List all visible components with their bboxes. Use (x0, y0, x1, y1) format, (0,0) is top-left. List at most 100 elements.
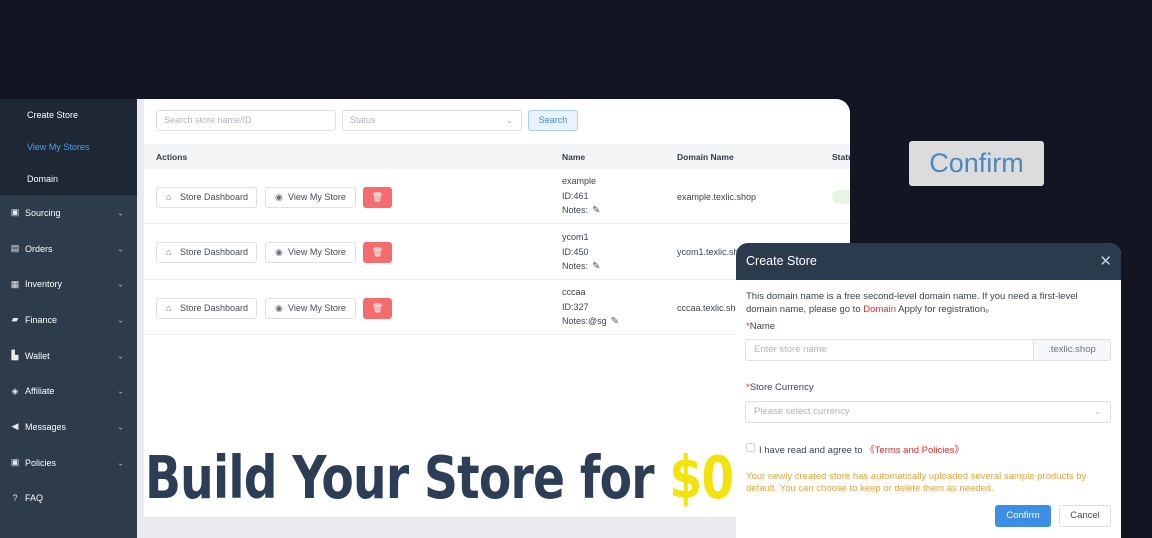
question-icon: ? (12, 493, 18, 504)
store-notes: Notes:@sg ✎ (562, 314, 619, 330)
eye-icon: ◉ (275, 247, 283, 257)
delete-button[interactable]: 🗑 (363, 242, 392, 263)
name-label: *Name (746, 321, 775, 332)
store-notes: Notes: ✎ (562, 259, 600, 275)
store-icon: ⌂ (166, 247, 172, 257)
store-name-cell: ycom1 ID:450 Notes: ✎ (562, 230, 600, 275)
search-input[interactable]: Search store name/ID (156, 110, 336, 131)
store-name: example (562, 176, 597, 186)
currency-select[interactable]: Please select currency ⌄ (745, 401, 1111, 423)
sidebar-item-finance[interactable]: ▰ Finance ⌄ (0, 302, 137, 338)
search-button[interactable]: Search (528, 110, 578, 131)
wallet-icon: ▙ (11, 350, 19, 361)
sidebar-item-policies[interactable]: ▣ Policies ⌄ (0, 445, 137, 481)
sidebar-item-faq[interactable]: ? FAQ (0, 481, 137, 517)
delete-button[interactable]: 🗑 (363, 187, 392, 208)
submenu-create-store[interactable]: Create Store (0, 99, 137, 131)
chevron-down-icon: ⌄ (117, 386, 124, 396)
confirm-button[interactable]: Confirm (995, 505, 1051, 527)
view-my-store-button[interactable]: ◉ View My Store (265, 187, 356, 208)
domain-info: This domain name is a free second-level … (746, 291, 1106, 316)
store-dashboard-button[interactable]: ⌂ Store Dashboard (156, 187, 257, 208)
pencil-icon[interactable]: ✎ (611, 315, 619, 330)
sidebar-item-label: Messages (25, 421, 67, 432)
chevron-down-icon: ⌄ (117, 422, 124, 432)
sidebar-item-messages[interactable]: ◀ Messages ⌄ (0, 409, 137, 445)
store-notes-text: Notes: (562, 261, 589, 271)
sidebar-item-label: Finance (25, 314, 58, 325)
store-notes-text: Notes:@sg (562, 316, 607, 326)
orders-icon: ▤ (10, 243, 20, 254)
sidebar-item-label: Policies (25, 457, 57, 468)
floating-confirm-button[interactable]: Confirm (909, 141, 1044, 186)
store-id: ID:450 (562, 246, 589, 257)
currency-select-value: Please select currency (754, 406, 850, 417)
agree-checkbox[interactable] (746, 443, 755, 452)
sidebar-item-label: Wallet (25, 350, 50, 361)
pencil-icon[interactable]: ✎ (592, 204, 600, 219)
pencil-icon[interactable]: ✎ (592, 260, 600, 275)
sidebar-item-orders[interactable]: ▤ Orders ⌄ (0, 231, 137, 267)
store-domain: cccaa.texlic.sh (677, 303, 736, 313)
currency-label-text: Store Currency (749, 382, 814, 393)
domain-suffix: .texlic.shop (1033, 339, 1111, 361)
sidebar-item-inventory[interactable]: ▦ Inventory ⌄ (0, 266, 137, 302)
headline-highlight: $0 (669, 443, 734, 512)
affiliate-icon: ◈ (11, 385, 19, 396)
agree-text: I have read and agree to 《Terms and Poli… (759, 442, 964, 456)
name-label-text: Name (749, 321, 776, 332)
delete-button[interactable]: 🗑 (363, 298, 392, 319)
terms-link[interactable]: 《Terms and Policies》 (865, 445, 964, 456)
col-header-name: Name (562, 152, 586, 162)
chevron-down-icon: ⌄ (117, 244, 124, 254)
sample-products-notice: Your newly created store has automatical… (746, 471, 1087, 494)
sidebar-item-label: Orders (25, 243, 53, 254)
store-notes: Notes: ✎ (562, 203, 600, 219)
dialog-header: Create Store ✕ (736, 243, 1121, 280)
submenu-view-my-stores[interactable]: View My Stores (0, 131, 137, 163)
sidebar-item-wallet[interactable]: ▙ Wallet ⌄ (0, 338, 137, 374)
store-id: ID:461 (562, 190, 589, 201)
view-my-store-button[interactable]: ◉ View My Store (265, 242, 356, 263)
store-name-input[interactable]: Enter store name (745, 339, 1033, 361)
status-badge (832, 190, 850, 204)
chevron-down-icon: ⌄ (117, 279, 124, 289)
close-icon[interactable]: ✕ (1099, 243, 1112, 280)
create-store-dialog: Create Store ✕ This domain name is a fre… (736, 243, 1121, 538)
store-name-cell: cccaa ID:327 Notes:@sg ✎ (562, 285, 619, 330)
cancel-button[interactable]: Cancel (1059, 505, 1111, 527)
currency-label: *Store Currency (746, 382, 814, 393)
store-name-cell: example ID:461 Notes: ✎ (562, 174, 600, 219)
sidebar-item-affiliate[interactable]: ◈ Affiliate ⌄ (0, 373, 137, 409)
domain-link[interactable]: Domain (863, 304, 896, 315)
status-select[interactable]: Status ⌄ (342, 110, 522, 131)
headline-text: Build Your Store for (145, 443, 670, 512)
col-header-domain: Domain Name (677, 152, 734, 162)
trash-icon: 🗑 (371, 192, 384, 202)
trash-icon: 🗑 (371, 303, 384, 313)
sidebar-item-sourcing[interactable]: ▣ Sourcing ⌄ (0, 195, 137, 231)
sidebar-item-label: Affiliate (25, 386, 55, 397)
stores-submenu: Create Store View My Stores Domain (0, 99, 137, 195)
chevron-down-icon: ⌄ (117, 351, 124, 361)
view-my-store-button[interactable]: ◉ View My Store (265, 298, 356, 319)
store-dashboard-button[interactable]: ⌂ Store Dashboard (156, 242, 257, 263)
store-dashboard-button[interactable]: ⌂ Store Dashboard (156, 298, 257, 319)
store-notes-text: Notes: (562, 205, 589, 215)
sidebar-item-label: Inventory (25, 279, 63, 290)
store-name: ycom1 (562, 232, 589, 242)
domain-info-suffix: Apply for registration。 (896, 303, 995, 315)
dialog-title: Create Store (746, 254, 817, 268)
col-header-status: Statu (832, 152, 850, 162)
view-my-store-label: View My Store (288, 303, 346, 313)
store-domain: example.texlic.shop (677, 192, 757, 202)
col-header-actions: Actions (156, 152, 188, 162)
table-header: Actions Name Domain Name Statu (144, 144, 850, 169)
submenu-domain[interactable]: Domain (0, 163, 137, 195)
store-id: ID:327 (562, 301, 589, 312)
store-icon: ⌂ (166, 192, 172, 202)
megaphone-icon: ◀ (11, 421, 19, 432)
store-dashboard-label: Store Dashboard (180, 303, 249, 313)
chevron-down-icon: ⌄ (506, 116, 513, 125)
agree-text-label: I have read and agree to (759, 445, 866, 456)
